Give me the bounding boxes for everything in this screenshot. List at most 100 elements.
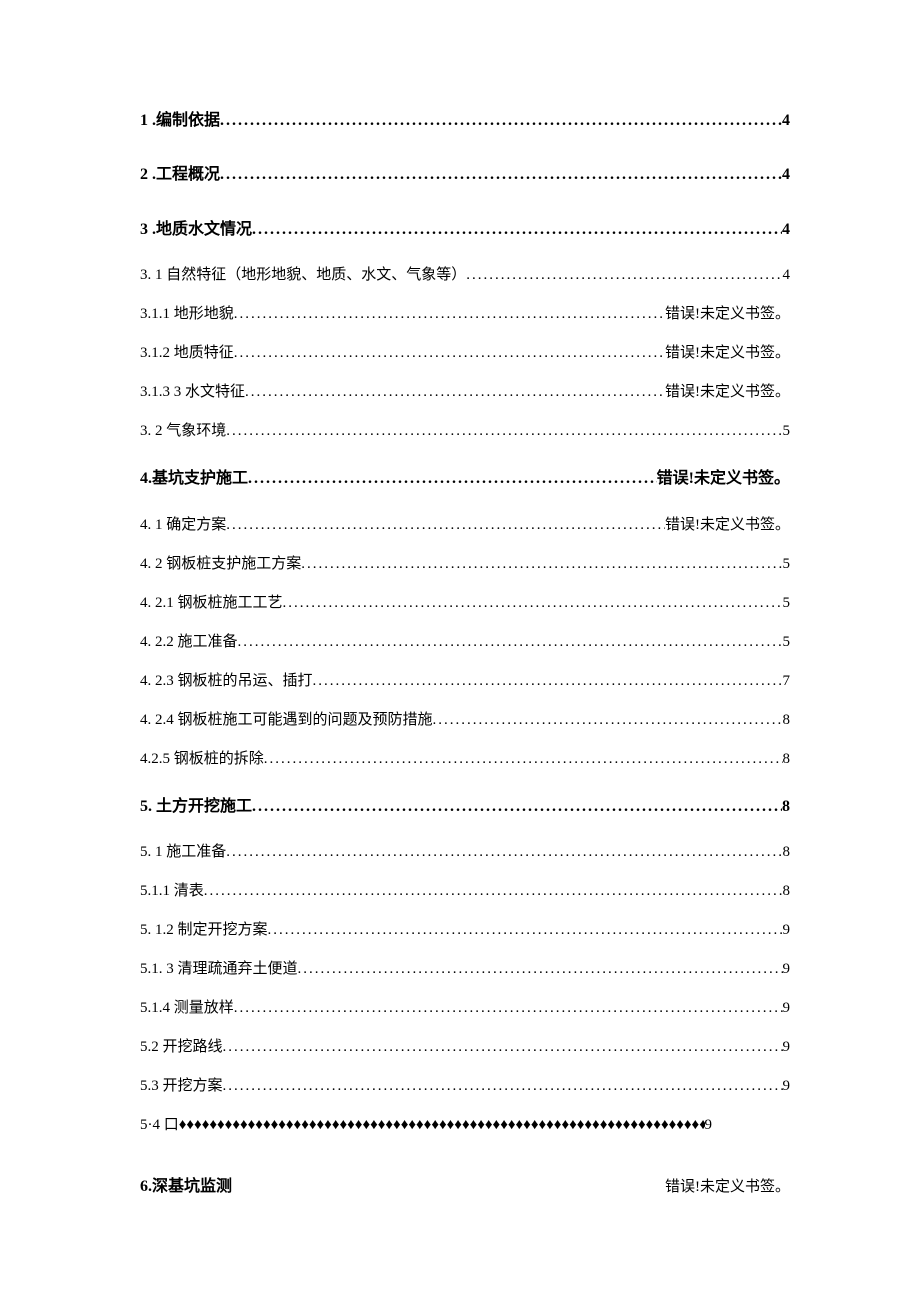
toc-entry: 4. 2.3 钢板桩的吊运、插打 7 [140,671,790,692]
toc-entry: 4. 2.1 钢板桩施工工艺 5 [140,593,790,614]
toc-entry: 4. 2.2 施工准备 5 [140,632,790,653]
toc-entry-label: 4.基坑支护施工 [140,468,248,490]
toc-entry-page: 错误!未定义书签。 [657,468,790,490]
toc-entry-label: 5.1. 3 清理疏通弃土便道 [140,959,298,980]
toc-entry-label: 1 .编制依据 [140,110,220,132]
toc-entry-label: 5.2 开挖路线 [140,1037,223,1058]
toc-entry-page: 5 [783,554,791,575]
toc-entry: 1 .编制依据 4 [140,110,790,132]
toc-entry-label: 4. 2.1 钢板桩施工工艺 [140,593,283,614]
toc-leader [313,671,783,692]
toc-entry-page: 8 [782,796,790,818]
toc-entry-page: 错误!未定义书签。 [665,515,790,536]
toc-entry: 4.基坑支护施工 错误!未定义书签。 [140,468,790,490]
toc-entry: 3.1.3 3 水文特征 错误!未定义书签。 [140,382,790,403]
toc-leader [298,959,783,980]
toc-entry-label: 3.1.2 地质特征 [140,343,234,364]
toc-leader [252,796,782,818]
toc-entry-page: 8 [783,749,791,770]
toc-entry: 4. 2 钢板桩支护施工方案 5 [140,554,790,575]
toc-entry-page: 9 [783,1076,791,1097]
toc-entry-label: 3 .地质水文情况 [140,219,252,241]
toc-leader [204,881,783,902]
toc-entry-page: 4 [782,219,790,241]
toc-entry-label: 3. 2 气象环境 [140,421,226,442]
toc-entry: 2 .工程概况 4 [140,164,790,186]
spacer [140,1136,790,1176]
toc-entry: 5. 土方开挖施工 8 [140,796,790,818]
toc-leader [301,554,782,575]
toc-entry-page: 5 [783,421,791,442]
toc-entry: 4. 2.4 钢板桩施工可能遇到的问题及预防措施 8 [140,710,790,731]
toc-entry: 5.3 开挖方案 9 [140,1076,790,1097]
toc-entry-label: 5. 1 施工准备 [140,842,226,863]
toc-entry-page: 9 [783,1037,791,1058]
toc-leader [238,632,783,653]
toc-entry-page: 8 [783,710,791,731]
toc-entry: 3.1.2 地质特征 错误!未定义书签。 [140,343,790,364]
toc-entry-page: 8 [783,881,791,902]
toc-entry-label: 5. 1.2 制定开挖方案 [140,920,268,941]
toc-leader [466,265,782,286]
toc-entry-label: 4. 1 确定方案 [140,515,226,536]
toc-leader [245,382,665,403]
toc-leader [283,593,783,614]
toc-entry: 5.1.4 测量放样 9 [140,998,790,1019]
toc-entry-label: 4. 2 钢板桩支护施工方案 [140,554,301,575]
toc-entry-page: 4 [782,164,790,186]
toc-entry: 5·4 口 9 [140,1115,712,1136]
toc-entry-page: 错误!未定义书签。 [665,382,790,403]
toc-leader [234,304,665,325]
toc-entry-label: 5·4 口 [140,1115,179,1136]
toc-entry: 6.深基坑监测 错误!未定义书签。 [140,1176,790,1198]
toc-entry-label: 4. 2.2 施工准备 [140,632,238,653]
toc-entry-page: 4 [782,110,790,132]
toc-entry: 5.2 开挖路线 9 [140,1037,790,1058]
toc-entry-page: 9 [783,959,791,980]
toc-entry: 3.1.1 地形地貌 错误!未定义书签。 [140,304,790,325]
toc-entry-label: 4. 2.3 钢板桩的吊运、插打 [140,671,313,692]
toc-entry-page: 5 [783,632,791,653]
toc-entry-label: 5.3 开挖方案 [140,1076,223,1097]
toc-entry-page: 5 [783,593,791,614]
toc-entry-page: 4 [783,265,791,286]
toc-leader [223,1076,783,1097]
toc-entry-label: 5.1.1 清表 [140,881,204,902]
toc-entry-page: 错误!未定义书签。 [665,343,790,364]
toc-entry: 3. 2 气象环境 5 [140,421,790,442]
toc-entry-label: 3.1.1 地形地貌 [140,304,234,325]
toc-leader [220,110,782,132]
toc-entry-page: 9 [705,1115,713,1136]
toc-leader [234,998,783,1019]
toc-entry-page: 错误!未定义书签。 [665,1177,790,1198]
toc-leader [226,515,665,536]
toc-entry: 4. 1 确定方案 错误!未定义书签。 [140,515,790,536]
toc-entry-page: 9 [783,998,791,1019]
toc-entry-page: 错误!未定义书签。 [665,304,790,325]
toc-entry: 5.1. 3 清理疏通弃土便道 9 [140,959,790,980]
toc-entry-page: 7 [783,671,791,692]
toc-leader [223,1037,783,1058]
toc-entry: 3. 1 自然特征（地形地貌、地质、水文、气象等） 4 [140,265,790,286]
toc-leader [234,343,665,364]
toc-entry-label: 5.1.4 测量放样 [140,998,234,1019]
toc-entry-label: 6.深基坑监测 [140,1176,232,1198]
toc-leader [226,842,782,863]
toc-entry-label: 3.1.3 3 水文特征 [140,382,245,403]
toc-entry: 4.2.5 钢板桩的拆除8 [140,749,790,770]
toc-entry-label: 5. 土方开挖施工 [140,796,252,818]
toc-entry: 5. 1.2 制定开挖方案 9 [140,920,790,941]
toc-entry-page: 8 [783,842,791,863]
toc-entry-label: 2 .工程概况 [140,164,220,186]
toc-entry-label: 3. 1 自然特征（地形地貌、地质、水文、气象等） [140,265,466,286]
toc-leader [268,920,783,941]
toc-entry-page: 9 [783,920,791,941]
toc-leader [179,1115,705,1136]
toc-leader [220,164,782,186]
toc-leader [252,219,782,241]
table-of-contents: 1 .编制依据 42 .工程概况 43 .地质水文情况 43. 1 自然特征（地… [140,110,790,1198]
toc-entry-label: 4. 2.4 钢板桩施工可能遇到的问题及预防措施 [140,710,433,731]
toc-entry: 5.1.1 清表 8 [140,881,790,902]
toc-leader [264,749,783,770]
toc-leader [248,468,657,490]
